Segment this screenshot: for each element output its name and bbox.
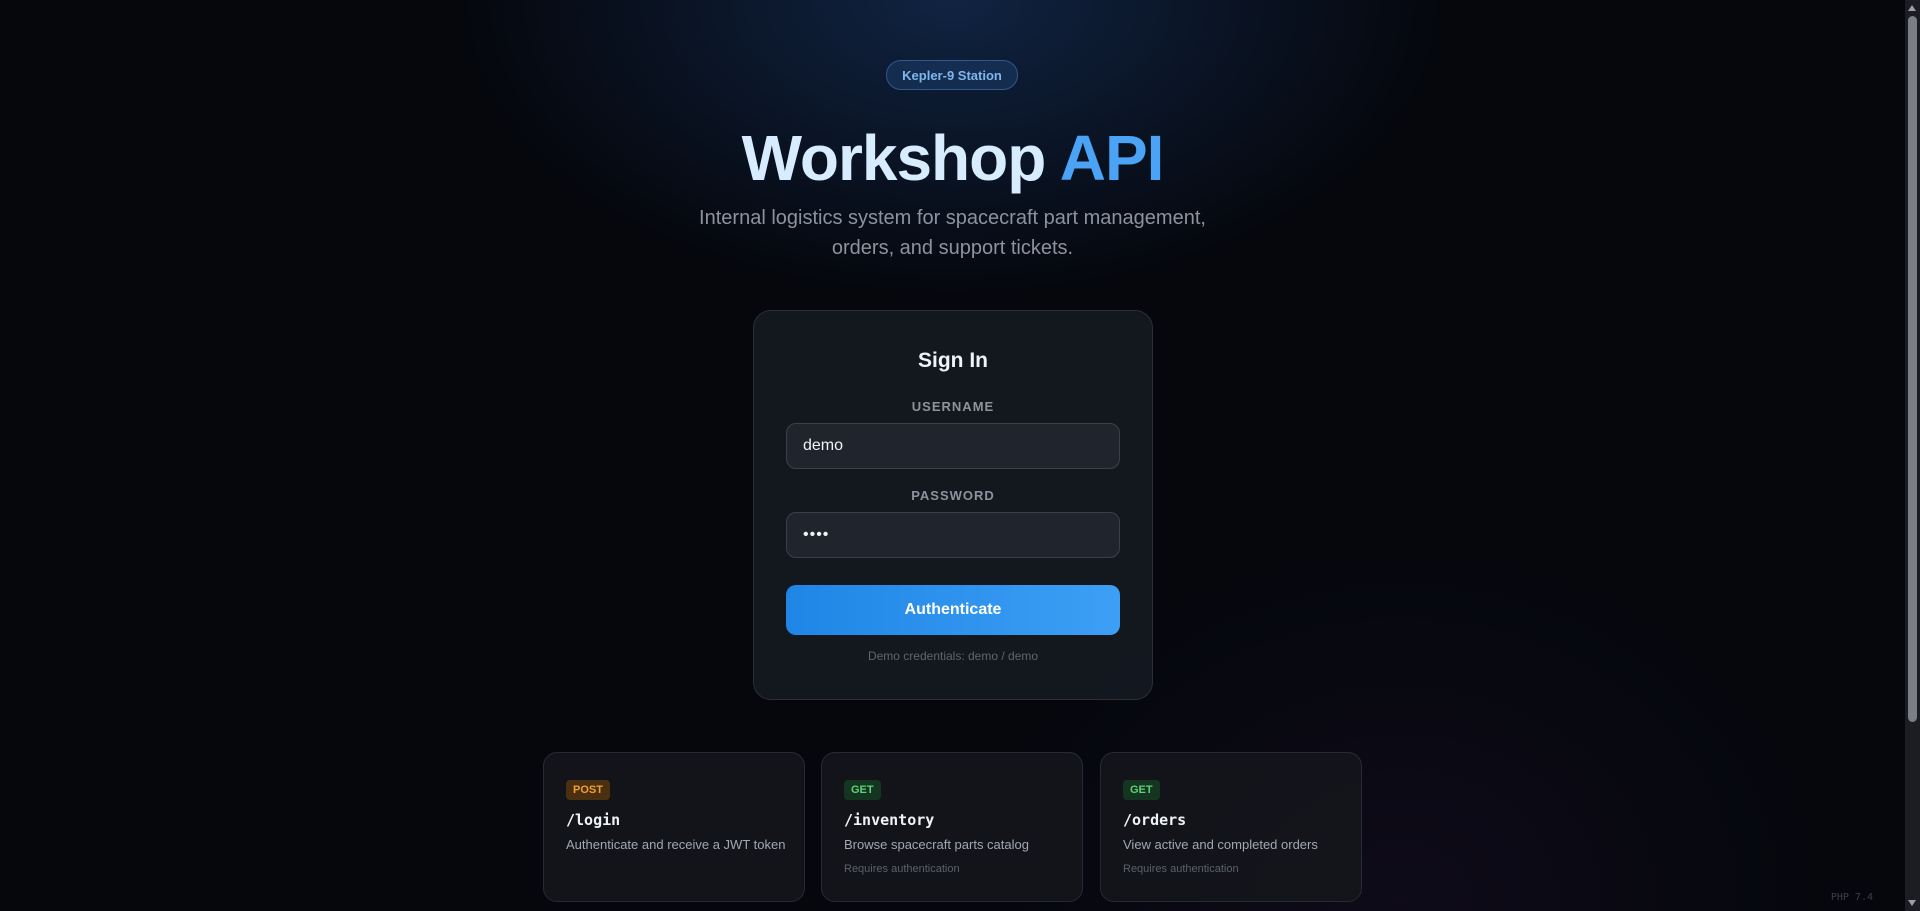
- station-badge: Kepler-9 Station: [886, 60, 1018, 90]
- endpoint-path: /login: [566, 811, 621, 829]
- endpoint-description: View active and completed orders: [1123, 837, 1318, 852]
- sign-in-card: Sign In USERNAME demo PASSWORD •••• Auth…: [753, 310, 1153, 700]
- password-input[interactable]: ••••: [786, 512, 1120, 558]
- scroll-down-arrow-icon[interactable]: [1908, 900, 1916, 906]
- endpoint-path: /inventory: [844, 811, 935, 829]
- page-title: Workshop API: [0, 118, 1905, 198]
- password-label: PASSWORD: [911, 488, 995, 503]
- vertical-scrollbar[interactable]: [1905, 0, 1920, 911]
- endpoint-description: Authenticate and receive a JWT token: [566, 837, 786, 852]
- method-badge-get: GET: [1123, 780, 1160, 800]
- sign-in-title: Sign In: [918, 349, 988, 372]
- title-word-api: API: [1059, 122, 1165, 194]
- main-content: Kepler-9 Station Workshop API Internal l…: [0, 0, 1905, 911]
- subtitle-line-1: Internal logistics system for spacecraft…: [699, 207, 1206, 229]
- title-word-workshop: Workshop: [741, 122, 1047, 194]
- endpoint-path: /orders: [1123, 811, 1187, 829]
- endpoint-card-login: POST /login Authenticate and receive a J…: [543, 752, 805, 902]
- endpoint-description: Browse spacecraft parts catalog: [844, 837, 1029, 852]
- demo-credentials-hint: Demo credentials: demo / demo: [867, 649, 1039, 663]
- auth-required-note: Requires authentication: [1123, 863, 1239, 875]
- endpoint-card-orders: GET /orders View active and completed or…: [1100, 752, 1362, 902]
- method-badge-get: GET: [844, 780, 881, 800]
- method-badge-post: POST: [566, 780, 610, 800]
- page: Kepler-9 Station Workshop API Internal l…: [0, 0, 1920, 911]
- scroll-up-arrow-icon[interactable]: [1908, 5, 1916, 11]
- endpoint-card-inventory: GET /inventory Browse spacecraft parts c…: [821, 752, 1083, 902]
- subtitle-line-2: orders, and support tickets.: [831, 237, 1074, 259]
- username-input[interactable]: demo: [786, 423, 1120, 469]
- scrollbar-thumb[interactable]: [1908, 16, 1917, 722]
- php-version: PHP 7.4: [1830, 892, 1873, 903]
- username-label: USERNAME: [911, 399, 995, 414]
- page-subtitle: Internal logistics system for spacecraft…: [0, 203, 1905, 263]
- auth-required-note: Requires authentication: [844, 863, 960, 875]
- authenticate-button[interactable]: Authenticate: [786, 585, 1120, 635]
